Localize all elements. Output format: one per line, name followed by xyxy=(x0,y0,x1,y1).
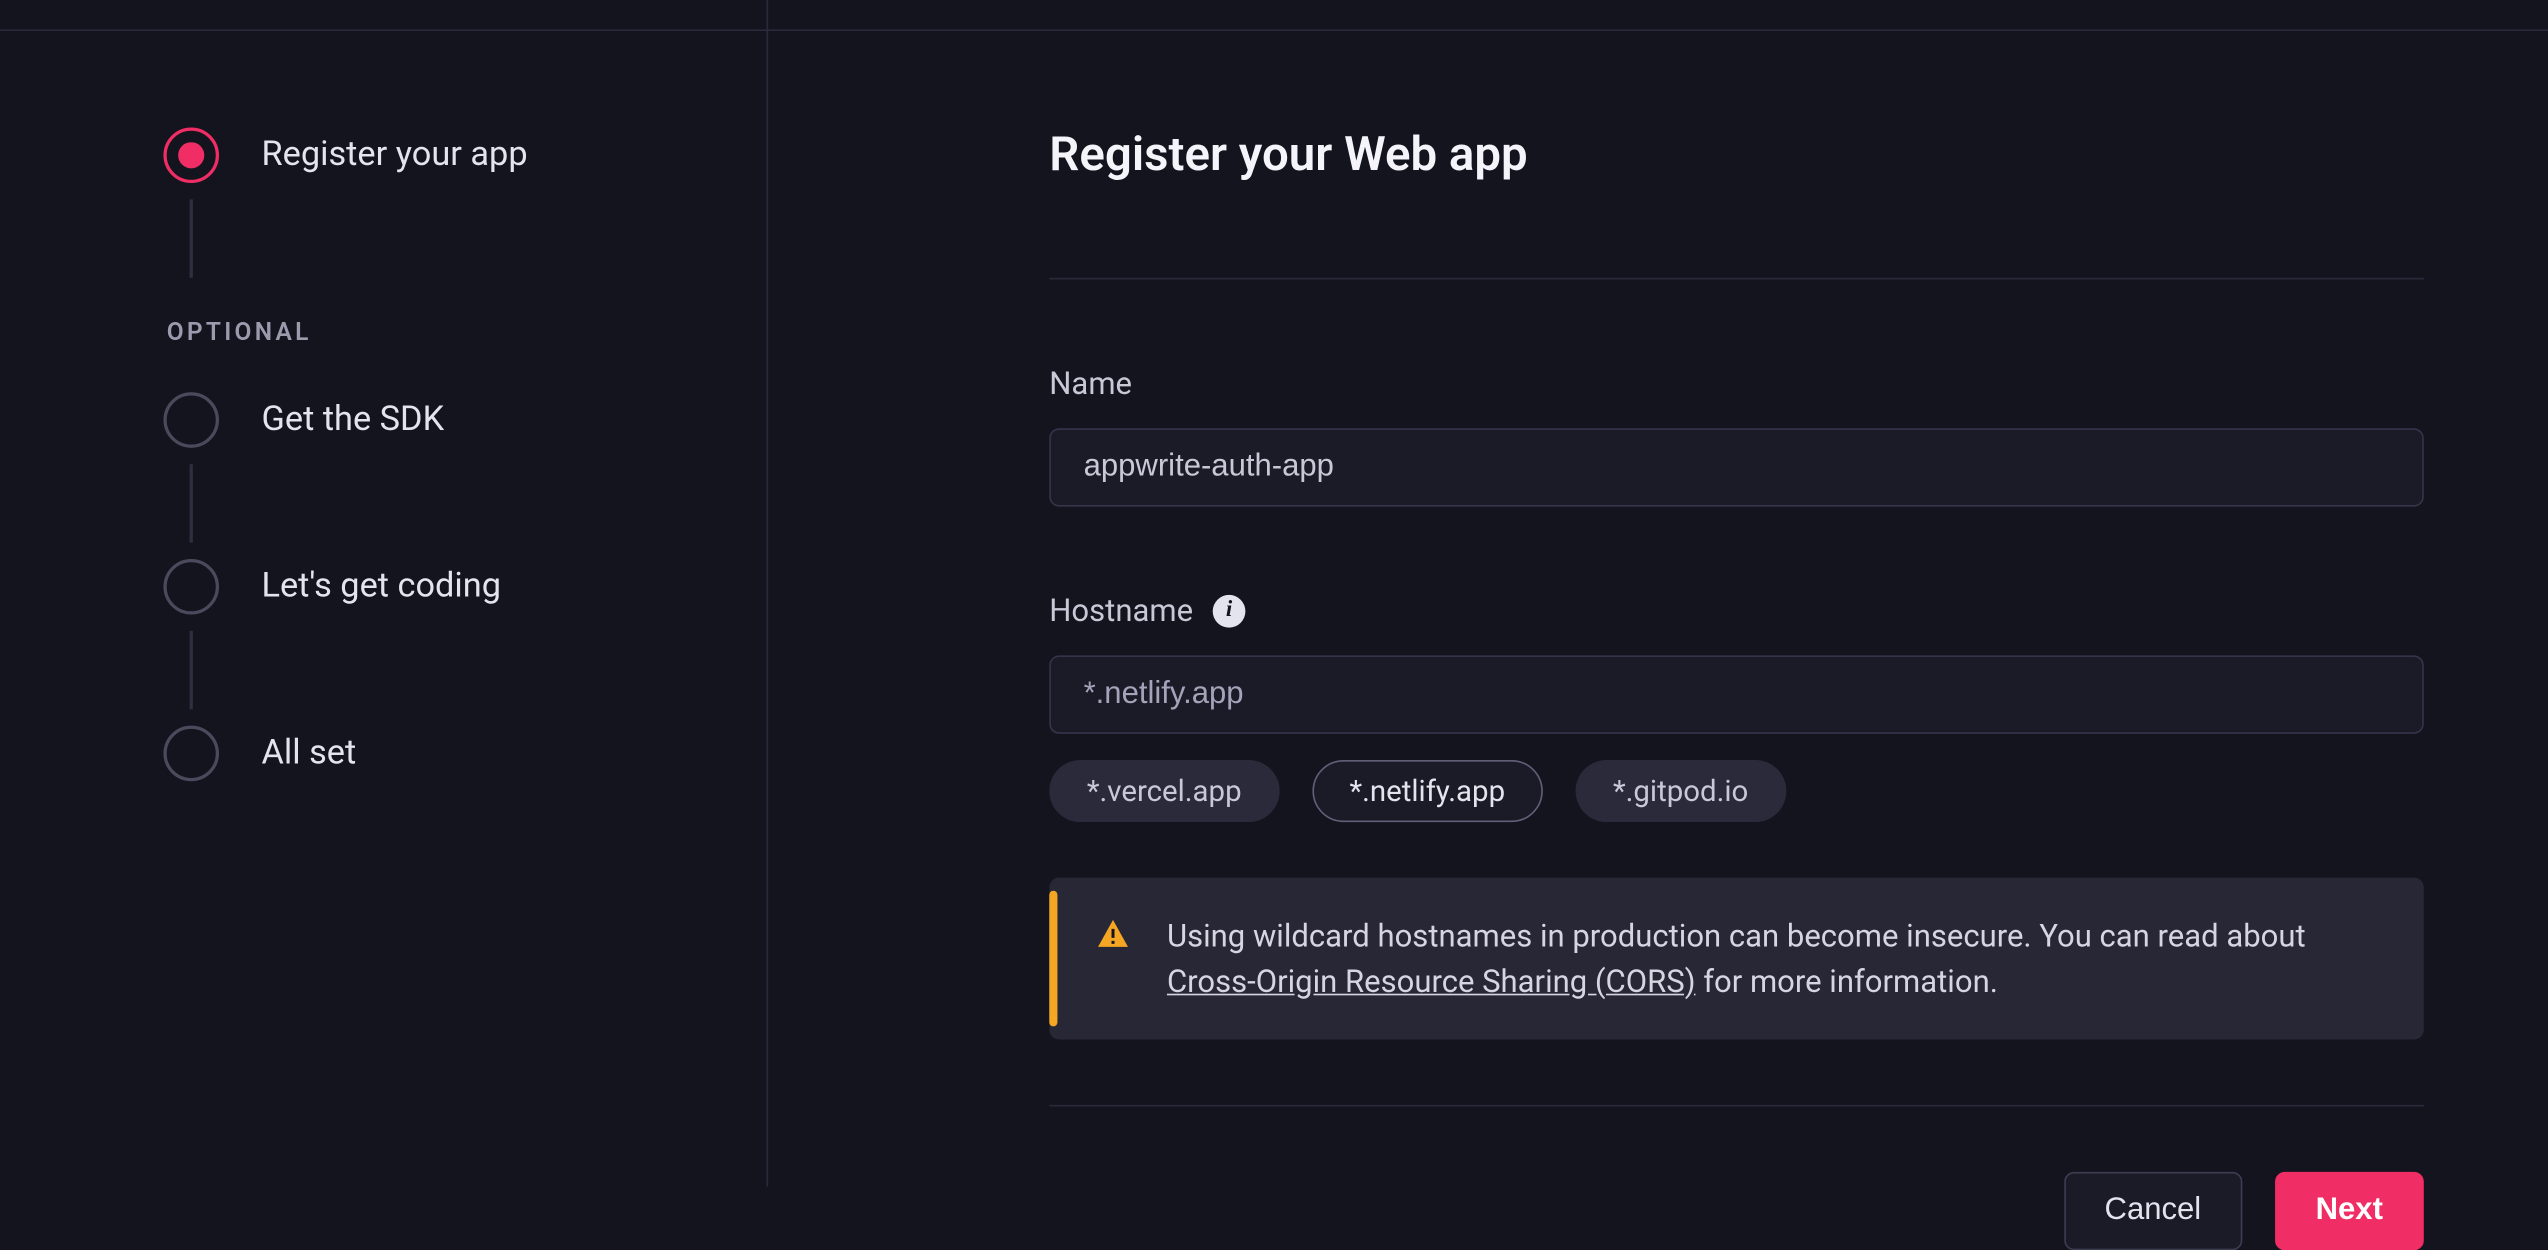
name-label: Name xyxy=(1049,364,1132,402)
step-label: Get the SDK xyxy=(262,400,445,439)
form-footer: Cancel Next xyxy=(1049,1105,2424,1250)
next-button[interactable]: Next xyxy=(2275,1172,2424,1250)
wizard-sidebar: Register your app OPTIONAL Get the SDK L… xyxy=(0,0,768,1187)
step-indicator-pending-icon xyxy=(163,559,219,615)
name-form-group: Name xyxy=(1049,364,2424,506)
step-connector xyxy=(190,199,193,277)
hostname-input[interactable] xyxy=(1049,655,2424,733)
chip-label: *.netlify.app xyxy=(1349,774,1505,808)
step-indicator-active-icon xyxy=(163,127,219,183)
step-register-your-app[interactable]: Register your app xyxy=(163,127,766,183)
step-lets-get-coding[interactable]: Let's get coding xyxy=(163,559,766,615)
step-indicator-pending-icon xyxy=(163,392,219,448)
divider xyxy=(1049,278,2424,280)
page-title: Register your Web app xyxy=(1049,127,2424,183)
warning-text: Using wildcard hostnames in production c… xyxy=(1167,914,2378,1004)
step-label: Let's get coding xyxy=(262,567,501,606)
chip-netlify-app[interactable]: *.netlify.app xyxy=(1312,760,1543,822)
hostname-form-group: Hostname i *.vercel.app *.netlify.app *.… xyxy=(1049,592,2424,1040)
step-get-the-sdk[interactable]: Get the SDK xyxy=(163,392,766,448)
step-all-set[interactable]: All set xyxy=(163,726,766,782)
step-connector xyxy=(190,631,193,709)
step-connector xyxy=(190,464,193,542)
divider xyxy=(1049,1105,2424,1107)
cancel-button[interactable]: Cancel xyxy=(2064,1172,2242,1250)
warning-text-before: Using wildcard hostnames in production c… xyxy=(1167,917,2306,955)
main-content: Register your Web app Name Hostname i *.… xyxy=(768,0,2548,1187)
step-indicator-pending-icon xyxy=(163,726,219,782)
chip-label: *.gitpod.io xyxy=(1613,774,1748,808)
name-input[interactable] xyxy=(1049,428,2424,506)
hostname-label: Hostname xyxy=(1049,592,1193,630)
info-icon[interactable]: i xyxy=(1213,594,1246,627)
warning-text-after: for more information. xyxy=(1696,962,1998,1000)
chip-gitpod-io[interactable]: *.gitpod.io xyxy=(1575,760,1786,822)
cors-link[interactable]: Cross-Origin Resource Sharing (CORS) xyxy=(1167,962,1696,1000)
step-label: Register your app xyxy=(262,136,528,175)
wildcard-warning-alert: Using wildcard hostnames in production c… xyxy=(1049,878,2424,1040)
hostname-suggestion-chips: *.vercel.app *.netlify.app *.gitpod.io xyxy=(1049,760,2424,822)
step-label: All set xyxy=(262,734,357,773)
warning-icon xyxy=(1049,914,1131,960)
chip-vercel-app[interactable]: *.vercel.app xyxy=(1049,760,1279,822)
optional-section-label: OPTIONAL xyxy=(167,317,767,346)
chip-label: *.vercel.app xyxy=(1087,774,1242,808)
